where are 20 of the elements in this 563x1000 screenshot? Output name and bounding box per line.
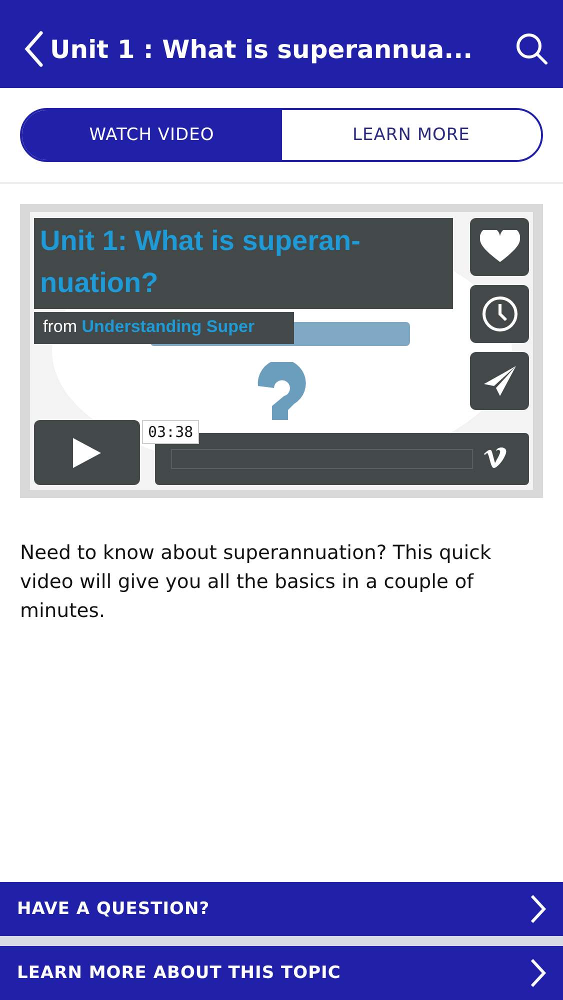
video-description: Need to know about superannuation? This quick video will give you all the basics in a couple of minutes. <box>20 540 492 624</box>
action-row[interactable]: HAVE A QUESTION? <box>0 882 563 936</box>
action-row[interactable]: LEARN MORE ABOUT THIS TOPIC <box>0 946 563 1000</box>
clock-icon <box>480 295 518 333</box>
chevron-right-icon <box>529 894 547 924</box>
page-title: Unit 1 : What is superannua... <box>50 34 474 64</box>
heart-icon <box>480 230 520 264</box>
play-button[interactable] <box>34 420 140 485</box>
tab[interactable]: WATCH VIDEO <box>22 110 282 160</box>
duration-label: 03:38 <box>142 420 200 444</box>
paper-plane-icon <box>482 364 518 398</box>
like-button[interactable] <box>470 218 529 276</box>
play-icon <box>71 436 103 470</box>
vimeo-icon[interactable] <box>483 447 509 469</box>
back-icon[interactable] <box>24 31 44 67</box>
chevron-right-icon <box>529 958 547 988</box>
share-button[interactable] <box>470 352 529 410</box>
video-byline: from Understanding Super <box>34 312 294 344</box>
watch-later-button[interactable] <box>470 285 529 343</box>
search-icon[interactable] <box>515 32 549 66</box>
